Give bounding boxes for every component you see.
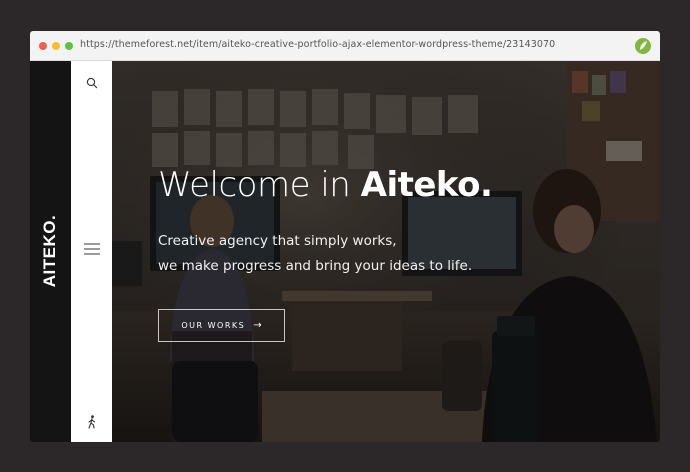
site-viewport: AITEKO. Welcome in Aiteko. Creative agen… <box>30 61 660 442</box>
side-nav <box>71 61 112 442</box>
hero-subtitle-line-1: Creative agency that simply works, <box>158 233 397 249</box>
search-icon[interactable] <box>86 77 98 89</box>
envato-leaf-icon <box>635 38 651 54</box>
minimize-dot[interactable] <box>52 42 60 50</box>
site-logo[interactable]: AITEKO. <box>40 215 60 287</box>
logo-bar: AITEKO. <box>30 61 71 442</box>
hero-subtitle-line-2: we make progress and bring your ideas to… <box>158 258 473 274</box>
maximize-dot[interactable] <box>65 42 73 50</box>
headline-brand: Aiteko. <box>360 165 493 205</box>
browser-window: https://themeforest.net/item/aiteko-crea… <box>30 31 660 442</box>
headline-regular: Welcome in <box>158 165 361 205</box>
our-works-label: OUR WORKS <box>181 321 246 330</box>
walking-person-icon[interactable] <box>86 415 98 429</box>
hero-section: Welcome in Aiteko. Creative agency that … <box>112 61 660 442</box>
our-works-button[interactable]: OUR WORKS → <box>158 309 285 342</box>
address-bar: https://themeforest.net/item/aiteko-crea… <box>30 31 660 61</box>
close-dot[interactable] <box>39 42 47 50</box>
hero-overlay <box>112 61 660 442</box>
url-text[interactable]: https://themeforest.net/item/aiteko-crea… <box>80 39 555 50</box>
arrow-right-icon: → <box>253 320 262 331</box>
hero-headline: Welcome in Aiteko. <box>158 165 493 205</box>
menu-icon[interactable] <box>83 243 100 255</box>
